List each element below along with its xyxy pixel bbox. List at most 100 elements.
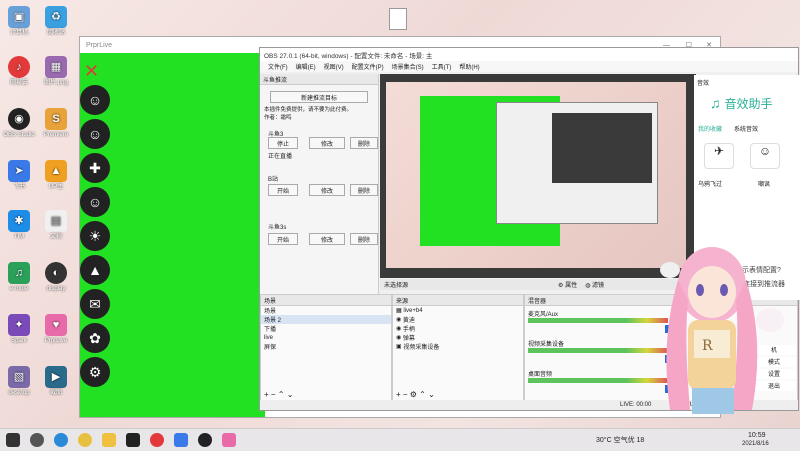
scenes-panel: 场景 场景 场景 2 下播 live 屏保 + − ⌃ ⌄ bbox=[260, 294, 392, 402]
menu-tools[interactable]: 工具(T) bbox=[432, 62, 452, 71]
image-icon: ▧ bbox=[8, 366, 30, 388]
emule-icon: ♫ bbox=[8, 262, 30, 284]
menu-help[interactable]: 帮助(H) bbox=[459, 62, 479, 71]
source-item[interactable]: ◉ 黄迪 bbox=[393, 315, 523, 324]
menu-edit[interactable]: 编辑(E) bbox=[296, 62, 316, 71]
feishu-icon[interactable] bbox=[174, 433, 188, 447]
desktop-icon-tim[interactable]: ✱ TIM bbox=[0, 210, 38, 241]
menu-view[interactable]: 视图(V) bbox=[324, 62, 344, 71]
sun-icon: ☀ bbox=[88, 227, 102, 244]
desktop-icon-screenshot[interactable]: ▶ 截图 bbox=[37, 366, 75, 397]
add-model-button[interactable]: ☺ bbox=[80, 119, 110, 149]
desktop-icon-spark[interactable]: ✦ Spark bbox=[0, 314, 38, 345]
light-button[interactable]: ☀ bbox=[80, 221, 110, 251]
premiere-icon: S bbox=[45, 108, 67, 130]
tiktok-icon[interactable] bbox=[126, 433, 140, 447]
edit-target-button[interactable]: 修改 bbox=[309, 137, 345, 149]
share-button[interactable]: ✿ bbox=[80, 323, 110, 353]
tab-favorites[interactable]: 我的收藏 bbox=[698, 124, 722, 133]
gift-button[interactable]: ✉ bbox=[80, 289, 110, 319]
start-stream-button[interactable]: 开始 bbox=[268, 233, 298, 245]
delete-target-button[interactable]: 删除 bbox=[350, 233, 378, 245]
chrome-icon[interactable] bbox=[78, 433, 92, 447]
stream-dock-header: 斗鱼推流 bbox=[260, 74, 378, 85]
gear-icon: ⚙ bbox=[88, 363, 102, 380]
vtuber-character: R bbox=[660, 247, 784, 414]
obs-icon: ◉ bbox=[8, 108, 30, 130]
tim-icon: ✱ bbox=[8, 210, 30, 232]
desktop-icon-prprlive[interactable]: ♥ PrprLive bbox=[37, 314, 75, 345]
start-stream-button[interactable]: 开始 bbox=[268, 184, 298, 196]
edge-icon[interactable] bbox=[54, 433, 68, 447]
menu-scene-collection[interactable]: 场景集合(S) bbox=[392, 62, 424, 71]
edit-target-button[interactable]: 修改 bbox=[309, 184, 345, 196]
target-name: 斗鱼3s bbox=[268, 225, 287, 231]
scene-item[interactable]: 下播 bbox=[261, 324, 391, 333]
camera-icon: ▣ bbox=[396, 344, 402, 350]
weather-widget[interactable]: 30°C 空气优 18 bbox=[596, 435, 644, 445]
live-status: 正在直播 bbox=[268, 154, 293, 160]
start-icon[interactable] bbox=[6, 433, 20, 447]
obs-title: OBS 27.0.1 (64-bit, windows) - 配置文件: 未命名… bbox=[264, 52, 433, 60]
filters-button[interactable]: ◍ 滤镜 bbox=[585, 280, 604, 289]
eye-icon[interactable]: ▦ bbox=[396, 307, 402, 314]
desktop-icon-netease[interactable]: ♪ 网易云 bbox=[0, 56, 38, 87]
properties-button[interactable]: ⚙ 属性 bbox=[558, 280, 577, 289]
menu-file[interactable]: 文件(F) bbox=[268, 62, 288, 71]
source-item[interactable]: ▣ 视频采集设备 bbox=[393, 342, 523, 351]
edit-target-button[interactable]: 修改 bbox=[309, 233, 345, 245]
avatar-button[interactable]: ☺ bbox=[80, 187, 110, 217]
source-item[interactable]: ◉ 手柄 bbox=[393, 324, 523, 333]
sources-panel: 来源 ▦ live+b4 ◉ 黄迪 ◉ 手柄 ◉ 弹幕 ▣ 视频采集设备 + −… bbox=[392, 294, 524, 402]
scene-controls[interactable]: + − ⌃ ⌄ bbox=[264, 390, 293, 399]
scene-item[interactable]: live bbox=[261, 333, 391, 342]
close-panel-icon[interactable]: ✕ bbox=[84, 61, 99, 82]
desktop-icon-png[interactable]: ▦ 图片.png bbox=[37, 56, 75, 87]
delete-target-button[interactable]: 删除 bbox=[350, 137, 378, 149]
tab-system-sounds[interactable]: 系统音效 bbox=[734, 124, 758, 133]
svg-text:R: R bbox=[702, 338, 713, 354]
share-icon: ✿ bbox=[89, 329, 101, 346]
sound-helper-title: 音效助手 bbox=[724, 96, 773, 111]
file-icon[interactable] bbox=[389, 8, 407, 30]
desktop-icon-image[interactable]: ▧ desktop bbox=[0, 366, 38, 397]
desktop-icon-emule[interactable]: ♫ e-mule bbox=[0, 262, 38, 293]
desktop-icon-display[interactable]: ◐ display bbox=[37, 262, 75, 293]
desktop-icon-up[interactable]: ▲ UP主 bbox=[37, 160, 75, 191]
obs-titlebar[interactable]: OBS 27.0.1 (64-bit, windows) - 配置文件: 未命名… bbox=[260, 48, 798, 61]
source-item[interactable]: ◉ 弹幕 bbox=[393, 333, 523, 342]
source-controls[interactable]: + − ⚙ ⌃ ⌄ bbox=[396, 390, 435, 399]
scene-item-selected[interactable]: 场景 2 bbox=[261, 315, 391, 324]
clock-date[interactable]: 2021/8/16 bbox=[742, 441, 769, 447]
delete-target-button[interactable]: 删除 bbox=[350, 184, 378, 196]
image-mountain-icon: ▲ bbox=[88, 262, 102, 278]
clock-time[interactable]: 10:59 bbox=[748, 432, 766, 439]
scene-item[interactable]: 场景 bbox=[261, 306, 391, 315]
model-button[interactable]: ☺ bbox=[80, 85, 110, 115]
desktop-icon-premiere[interactable]: S Premiere bbox=[37, 108, 75, 139]
search-icon[interactable] bbox=[30, 433, 44, 447]
sound-item[interactable]: ☺ bbox=[750, 143, 780, 169]
netease-icon[interactable] bbox=[150, 433, 164, 447]
prprlive-icon[interactable] bbox=[222, 433, 236, 447]
menu-profile[interactable]: 配置文件(P) bbox=[352, 62, 384, 71]
plugin-button[interactable]: ✚ bbox=[80, 153, 110, 183]
background-button[interactable]: ▲ bbox=[80, 255, 110, 285]
new-stream-target-button[interactable]: 新建推流目标 bbox=[270, 91, 368, 103]
target-name: B站 bbox=[268, 177, 279, 183]
stop-stream-button[interactable]: 停止 bbox=[268, 137, 298, 149]
desktop-icon-doc[interactable]: ▤ 文档 bbox=[37, 210, 75, 241]
globe-icon: ◉ bbox=[396, 317, 402, 323]
desktop-icon-recycle[interactable]: ♻ 回收站 bbox=[37, 6, 75, 37]
folder-icon[interactable] bbox=[102, 433, 116, 447]
desktop-icon-feishu[interactable]: ➤ 飞书 bbox=[0, 160, 38, 191]
desktop-icon-computer[interactable]: ▣ 计算机 bbox=[0, 6, 38, 37]
scene-item[interactable]: 屏保 bbox=[261, 342, 391, 351]
source-item[interactable]: ▦ live+b4 bbox=[393, 306, 523, 315]
sound-item[interactable]: ✈ bbox=[704, 143, 734, 169]
settings-button[interactable]: ⚙ bbox=[80, 357, 110, 387]
obs-icon[interactable] bbox=[198, 433, 212, 447]
laugh-icon: ☺ bbox=[758, 144, 772, 158]
fire-icon: ▲ bbox=[45, 160, 67, 182]
desktop-icon-obs[interactable]: ◉ OBS Studio bbox=[0, 108, 38, 139]
